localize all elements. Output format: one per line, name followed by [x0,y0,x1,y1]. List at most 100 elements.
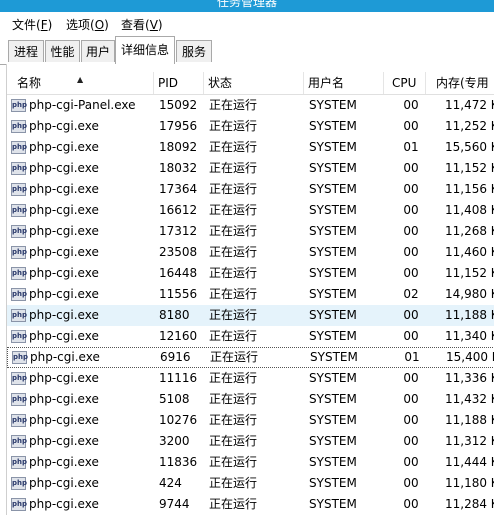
menu-file[interactable]: 文件(F) [12,17,52,33]
process-cpu: 00 [403,497,419,511]
php-process-icon: php [11,414,27,427]
process-name: php-cgi-Panel.exe [29,98,136,112]
details-panel: 名称 ▲ PID 状态 用户名 CPU 内存(专用 php php-cgi-Pan… [6,64,494,515]
process-row[interactable]: php php-cgi.exe 17364 正在运行 SYSTEM 00 11,156 K [7,179,494,200]
process-status: 正在运行 [209,371,258,385]
php-process-icon: php [11,99,27,112]
process-username: SYSTEM [309,497,357,511]
title-bar[interactable]: 任务管理器 [0,0,494,12]
process-status: 正在运行 [209,182,258,196]
tab-details[interactable]: 详细信息 [115,36,175,64]
process-row[interactable]: php php-cgi.exe 11836 正在运行 SYSTEM 00 11,444 K [7,452,494,473]
process-name: php-cgi.exe [29,119,99,133]
process-row[interactable]: php php-cgi.exe 8180 正在运行 SYSTEM 00 11,188 K [7,305,494,326]
window-title: 任务管理器 [216,0,277,9]
process-row[interactable]: php php-cgi.exe 18092 正在运行 SYSTEM 01 15,560 K [7,137,494,158]
process-username: SYSTEM [309,476,357,490]
process-row[interactable]: php php-cgi.exe 16448 正在运行 SYSTEM 00 11,152 K [7,263,494,284]
process-pid: 12160 [159,329,198,343]
process-pid: 8180 [159,308,190,322]
process-memory: 11,180 K [445,476,494,490]
process-row[interactable]: php php-cgi.exe 16612 正在运行 SYSTEM 00 11,408 K [7,200,494,221]
process-name: php-cgi.exe [29,308,99,322]
process-row[interactable]: php php-cgi-Panel.exe 15092 正在运行 SYSTEM 00 11,… [7,95,494,116]
process-memory: 15,560 K [445,140,494,154]
process-status: 正在运行 [209,161,258,175]
process-row[interactable]: phpphp-cgi.exe 6916 正在运行 SYSTEM 01 15,400 K [7,347,494,368]
tab-performance[interactable]: 性能 [45,40,80,62]
header-status[interactable]: 状态 [204,72,304,94]
process-memory: 11,188 K [445,308,494,322]
process-pid: 10276 [159,413,198,427]
column-header: 名称 ▲ PID 状态 用户名 CPU 内存(专用 [7,72,494,95]
process-pid: 5108 [159,392,190,406]
process-row[interactable]: php php-cgi.exe 10276 正在运行 SYSTEM 00 11,188 K [7,410,494,431]
process-status: 正在运行 [209,245,258,259]
menu-view-label: 查看( [121,18,150,32]
process-row[interactable]: php php-cgi.exe 17312 正在运行 SYSTEM 00 11,268 K [7,221,494,242]
menu-options-label: 选项( [66,18,95,32]
process-row[interactable]: php php-cgi.exe 9744 正在运行 SYSTEM 00 11,284 K [7,494,494,515]
process-row[interactable]: php php-cgi.exe 17956 正在运行 SYSTEM 00 11,252 K [7,116,494,137]
process-status: 正在运行 [209,119,258,133]
process-status: 正在运行 [209,476,258,490]
process-cpu: 00 [403,245,419,259]
header-memory[interactable]: 内存(专用 [426,72,494,94]
process-row[interactable]: php php-cgi.exe 12160 正在运行 SYSTEM 00 11,340 K [7,326,494,347]
header-name-label: 名称 [17,76,42,90]
process-cpu: 00 [403,476,419,490]
menu-options[interactable]: 选项(O) [66,17,109,33]
process-status: 正在运行 [209,413,258,427]
php-process-icon: php [11,120,27,133]
process-status: 正在运行 [209,224,258,238]
header-username[interactable]: 用户名 [304,72,384,94]
process-pid: 11836 [159,455,198,469]
process-name: php-cgi.exe [29,182,99,196]
process-row[interactable]: php php-cgi.exe 5108 正在运行 SYSTEM 00 11,432 K [7,389,494,410]
process-memory: 11,268 K [445,224,494,238]
process-name: php-cgi.exe [29,140,99,154]
header-pid[interactable]: PID [154,72,204,94]
tab-processes[interactable]: 进程 [8,40,44,62]
process-name: php-cgi.exe [29,266,99,280]
process-memory: 11,152 K [445,266,494,280]
process-memory: 14,980 K [445,287,494,301]
process-name: php-cgi.exe [29,413,99,427]
header-cpu[interactable]: CPU [384,72,426,94]
process-memory: 11,408 K [445,203,494,217]
process-row[interactable]: php php-cgi.exe 11116 正在运行 SYSTEM 00 11,336 K [7,368,494,389]
process-row[interactable]: php php-cgi.exe 424 正在运行 SYSTEM 00 11,180 K [7,473,494,494]
tab-users[interactable]: 用户 [81,40,115,62]
header-name[interactable]: 名称 ▲ [7,72,154,94]
menu-options-end: ) [104,18,109,32]
process-row[interactable]: php php-cgi.exe 3200 正在运行 SYSTEM 00 11,312 K [7,431,494,452]
process-cpu: 00 [403,392,419,406]
process-row[interactable]: php php-cgi.exe 18032 正在运行 SYSTEM 00 11,152 K [7,158,494,179]
process-status: 正在运行 [209,140,258,154]
process-name: php-cgi.exe [29,455,99,469]
process-cpu: 00 [403,203,419,217]
process-name: php-cgi.exe [29,497,99,511]
php-process-icon: php [11,225,27,238]
process-memory: 15,400 K [446,350,494,364]
process-username: SYSTEM [309,413,357,427]
process-cpu: 01 [404,350,420,364]
process-username: SYSTEM [309,287,357,301]
process-username: SYSTEM [309,434,357,448]
php-process-icon: php [11,246,27,259]
process-memory: 11,472 K [445,98,494,112]
tab-services[interactable]: 服务 [176,40,212,62]
php-process-icon: php [11,435,27,448]
process-status: 正在运行 [209,329,258,343]
process-status: 正在运行 [209,434,258,448]
process-memory: 11,444 K [445,455,494,469]
process-username: SYSTEM [309,224,357,238]
process-row[interactable]: php php-cgi.exe 11556 正在运行 SYSTEM 02 14,980 K [7,284,494,305]
menu-view[interactable]: 查看(V) [121,17,163,33]
process-name: php-cgi.exe [29,476,99,490]
process-row[interactable]: php php-cgi.exe 23508 正在运行 SYSTEM 00 11,460 K [7,242,494,263]
php-process-icon: php [11,141,27,154]
process-pid: 11116 [159,371,198,385]
process-memory: 11,156 K [445,182,494,196]
php-process-icon: php [11,456,27,469]
